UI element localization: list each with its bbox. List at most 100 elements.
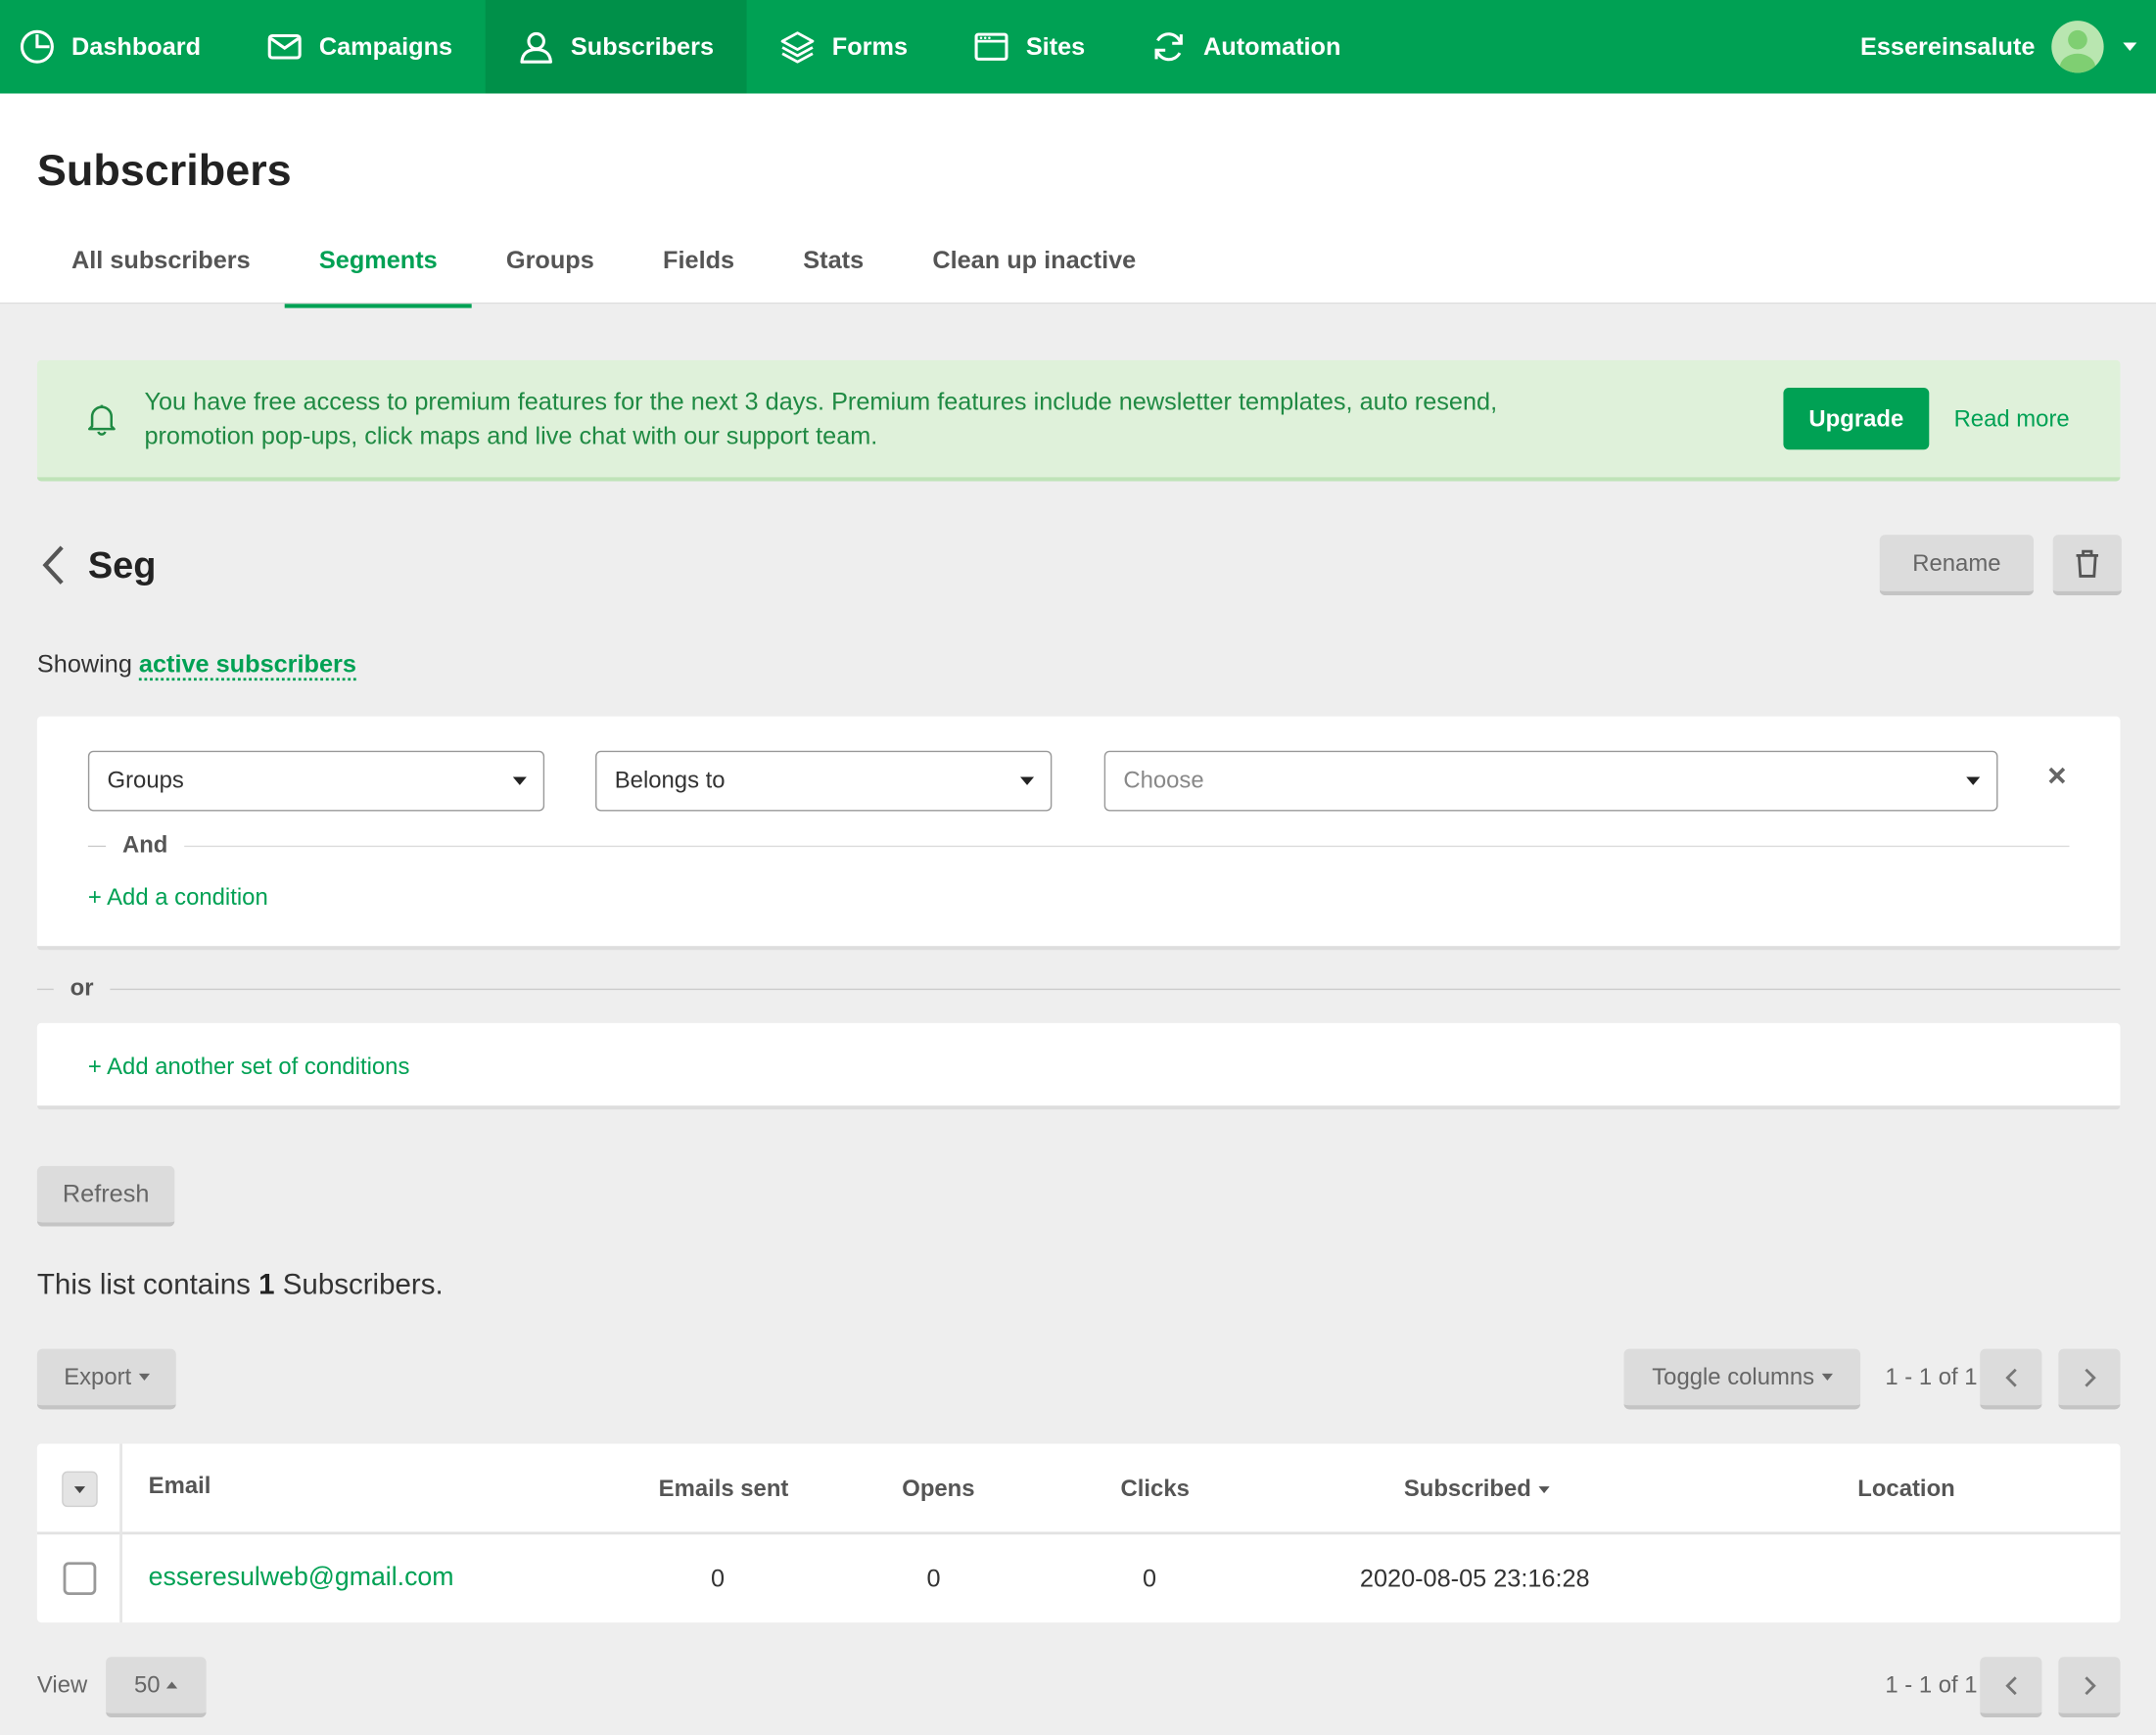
subscriber-email-link[interactable]: esseresulweb@gmail.com	[149, 1564, 454, 1594]
chevron-left-icon	[2004, 1675, 2017, 1695]
condition-set: Groups Belongs to Choose And + Add a con…	[36, 716, 2121, 951]
showing-filter: Showing active subscribers	[37, 650, 356, 681]
app-root: Dashboard Campaigns Subscribers Forms Si…	[0, 0, 2156, 1735]
cell-opens: 0	[926, 1564, 941, 1592]
table-row: esseresulweb@gmail.com	[149, 1534, 454, 1622]
column-header-location[interactable]: Location	[1857, 1444, 1954, 1535]
subscribers-table: Email Emails sent Opens Clicks Subscribe…	[36, 1441, 2121, 1623]
column-header-subscribed-label: Subscribed	[1403, 1475, 1531, 1502]
nav-item-campaigns[interactable]: Campaigns	[234, 0, 486, 93]
caret-down-icon	[73, 1485, 86, 1493]
cell-clicks: 0	[1143, 1564, 1157, 1592]
caret-down-icon	[1020, 776, 1035, 785]
and-label: And	[121, 831, 168, 859]
row-checkbox[interactable]	[63, 1562, 97, 1596]
chevron-right-icon	[2084, 1675, 2096, 1695]
column-header-clicks[interactable]: Clicks	[1121, 1444, 1190, 1535]
next-page-button-bottom[interactable]	[2058, 1657, 2121, 1718]
nav-label: Automation	[1203, 32, 1341, 61]
trash-icon	[2076, 549, 2099, 578]
caret-down-icon	[512, 776, 527, 785]
toggle-columns-button[interactable]: Toggle columns	[1623, 1348, 1861, 1410]
nav-label: Sites	[1025, 32, 1086, 61]
upgrade-button[interactable]: Upgrade	[1783, 388, 1930, 450]
chevron-right-icon	[2084, 1368, 2096, 1386]
nav-label: Dashboard	[71, 32, 202, 61]
read-more-link[interactable]: Read more	[1954, 388, 2070, 449]
prev-page-button-bottom[interactable]	[1980, 1657, 2042, 1718]
segment-name: Seg	[87, 544, 157, 586]
or-divider: or	[36, 973, 2121, 1004]
chevron-down-icon	[2123, 42, 2137, 51]
layers-icon	[780, 31, 815, 64]
export-button[interactable]: Export	[36, 1348, 176, 1410]
tab-groups[interactable]: Groups	[472, 213, 629, 306]
table-header	[36, 1444, 2121, 1535]
sort-desc-icon	[1537, 1485, 1550, 1493]
list-count-number: 1	[258, 1269, 275, 1301]
envelope-icon	[267, 33, 302, 60]
nav-label: Campaigns	[318, 32, 453, 61]
toggle-columns-label: Toggle columns	[1652, 1363, 1815, 1390]
nav-label: Subscribers	[570, 32, 715, 61]
caret-down-icon	[138, 1373, 150, 1381]
column-header-emails-sent[interactable]: Emails sent	[659, 1444, 789, 1535]
browser-icon	[974, 32, 1008, 61]
select-all-checkbox[interactable]	[62, 1471, 98, 1508]
page-size-value: 50	[133, 1670, 161, 1698]
caret-up-icon	[166, 1681, 178, 1689]
column-header-opens[interactable]: Opens	[902, 1444, 974, 1535]
active-subscribers-link[interactable]: active subscribers	[138, 650, 356, 681]
tab-stats[interactable]: Stats	[769, 213, 898, 306]
nav-item-automation[interactable]: Automation	[1118, 0, 1374, 93]
next-page-button[interactable]	[2058, 1348, 2121, 1410]
user-icon	[520, 31, 553, 64]
tab-segments[interactable]: Segments	[284, 213, 472, 308]
view-label: View	[36, 1671, 88, 1699]
prev-page-button[interactable]	[1980, 1348, 2042, 1410]
cell-subscribed: 2020-08-05 23:16:28	[1359, 1564, 1590, 1592]
add-condition-link[interactable]: + Add a condition	[88, 884, 268, 912]
rename-button[interactable]: Rename	[1879, 535, 2035, 596]
refresh-icon	[1154, 32, 1184, 62]
delete-button[interactable]	[2052, 535, 2122, 596]
nav-item-forms[interactable]: Forms	[747, 0, 941, 93]
nav-item-sites[interactable]: Sites	[941, 0, 1118, 93]
tab-all-subscribers[interactable]: All subscribers	[37, 213, 285, 306]
refresh-button[interactable]: Refresh	[36, 1165, 175, 1227]
chevron-left-icon	[2004, 1368, 2017, 1386]
list-count-prefix: This list contains	[36, 1269, 251, 1301]
account-menu[interactable]: Essereinsalute	[1859, 0, 2137, 93]
banner-text: You have free access to premium features…	[144, 387, 1498, 449]
and-divider: And	[87, 830, 2070, 861]
operator-select[interactable]: Belongs to	[595, 750, 1053, 812]
page-title: Subscribers	[36, 145, 292, 195]
add-condition-set-link[interactable]: + Add another set of conditions	[88, 1054, 410, 1081]
page-size-select[interactable]: 50	[106, 1657, 207, 1718]
value-select[interactable]: Choose	[1103, 750, 1998, 812]
export-label: Export	[64, 1363, 132, 1390]
premium-banner: You have free access to premium features…	[36, 359, 2121, 482]
caret-down-icon	[1821, 1373, 1833, 1381]
or-label: or	[70, 974, 94, 1002]
nav-item-subscribers[interactable]: Subscribers	[485, 0, 747, 94]
field-select[interactable]: Groups	[87, 750, 545, 812]
avatar	[2051, 21, 2104, 73]
nav-item-dashboard[interactable]: Dashboard	[0, 0, 234, 93]
subtabs: All subscribers Segments Groups Fields S…	[37, 213, 1170, 308]
tab-clean-up-inactive[interactable]: Clean up inactive	[898, 213, 1170, 306]
column-header-email[interactable]: Email	[149, 1441, 211, 1532]
column-header-subscribed[interactable]: Subscribed	[1403, 1444, 1550, 1535]
back-arrow-icon[interactable]	[38, 541, 69, 588]
list-count: This list contains 1 Subscribers.	[37, 1269, 444, 1302]
nav-label: Forms	[831, 32, 909, 61]
caret-down-icon	[1966, 776, 1981, 785]
account-name: Essereinsalute	[1859, 32, 2036, 61]
pager-info-bottom: 1 - 1 of 1	[1885, 1671, 1978, 1699]
new-condition-set: + Add another set of conditions	[36, 1022, 2121, 1110]
cell-emails-sent: 0	[711, 1564, 726, 1592]
operator-select-value: Belongs to	[614, 767, 726, 794]
pager-info-top: 1 - 1 of 1	[1885, 1364, 1978, 1390]
tab-fields[interactable]: Fields	[629, 213, 769, 306]
remove-condition-icon[interactable]	[2047, 766, 2067, 785]
